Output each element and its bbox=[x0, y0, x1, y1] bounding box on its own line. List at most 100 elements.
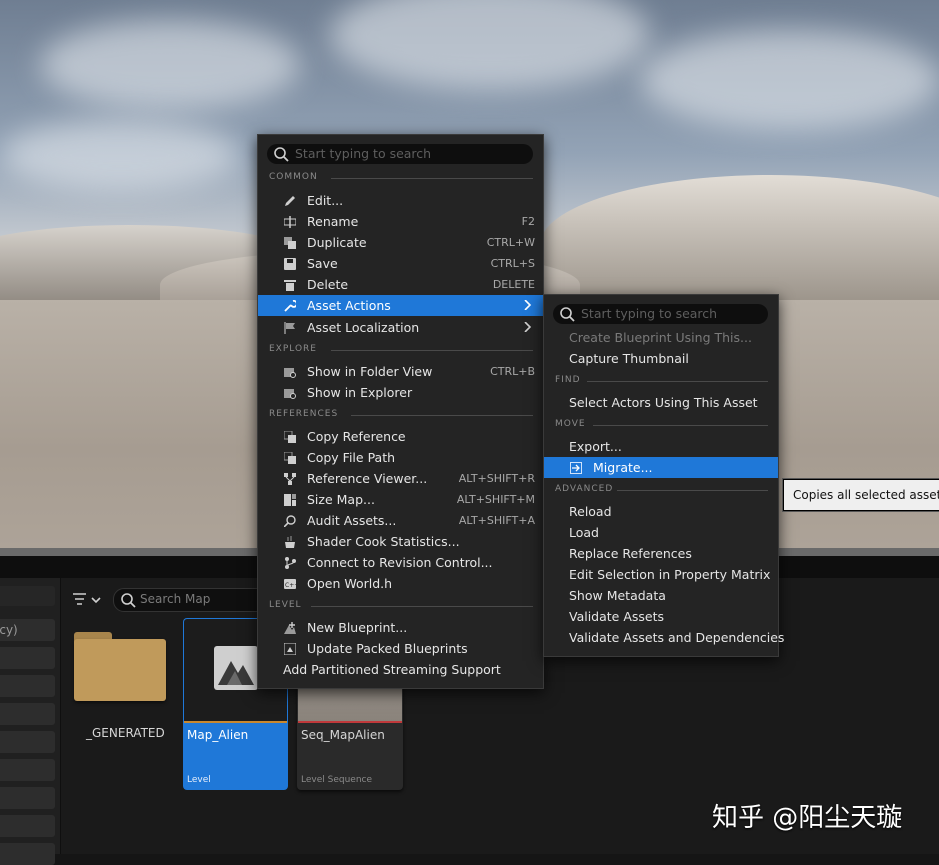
menu-item-update-packed-blueprints[interactable]: Update Packed Blueprints bbox=[258, 638, 543, 659]
menu-item-shortcut: ALT+SHIFT+A bbox=[458, 514, 535, 527]
packed-blueprint-icon bbox=[284, 643, 296, 655]
chevron-right-icon bbox=[524, 300, 532, 310]
cloud bbox=[0, 120, 240, 190]
section-label: COMMON bbox=[269, 172, 318, 182]
menu-item-audit-assets[interactable]: Audit Assets... ALT+SHIFT+A bbox=[258, 510, 543, 531]
tree-row[interactable] bbox=[0, 647, 55, 669]
menu-item-save[interactable]: Save CTRL+S bbox=[258, 253, 543, 274]
section-find: FIND bbox=[555, 375, 768, 385]
menu-search-input[interactable]: Start typing to search bbox=[267, 144, 533, 164]
menu-item-label: Show in Folder View bbox=[307, 364, 433, 379]
asset-tile-folder[interactable]: _GENERATED bbox=[70, 618, 174, 788]
migrate-icon bbox=[570, 462, 582, 474]
section-divider bbox=[331, 350, 533, 351]
menu-item-label: Edit... bbox=[307, 193, 344, 208]
search-icon bbox=[121, 593, 136, 608]
menu-item-label: Connect to Revision Control... bbox=[307, 555, 493, 570]
menu-item-shortcut: CTRL+B bbox=[490, 365, 535, 378]
content-browser-tree: acy) bbox=[0, 578, 61, 865]
save-icon bbox=[284, 258, 296, 270]
menu-item-label: Migrate... bbox=[593, 460, 653, 475]
menu-item-show-in-folder-view[interactable]: Show in Folder View CTRL+B bbox=[258, 361, 543, 382]
menu-item-connect-revision-control[interactable]: Connect to Revision Control... bbox=[258, 552, 543, 573]
asset-name: _GENERATED bbox=[86, 726, 165, 740]
tree-row[interactable] bbox=[0, 787, 55, 809]
submenu-item-replace-references[interactable]: Replace References bbox=[544, 543, 778, 564]
submenu-item-reload[interactable]: Reload bbox=[544, 501, 778, 522]
section-label: LEVEL bbox=[269, 600, 302, 610]
folder-search-icon bbox=[284, 368, 296, 378]
menu-item-label: Delete bbox=[307, 277, 349, 292]
submenu-item-migrate[interactable]: Migrate... bbox=[544, 457, 778, 478]
menu-item-shortcut: ALT+SHIFT+R bbox=[458, 472, 535, 485]
submenu-item-capture-thumbnail[interactable]: Capture Thumbnail bbox=[544, 348, 778, 369]
tree-row[interactable] bbox=[0, 731, 55, 753]
menu-item-shortcut: DELETE bbox=[492, 278, 535, 291]
menu-item-label: Edit Selection in Property Matrix bbox=[569, 567, 771, 582]
submenu-item-select-actors[interactable]: Select Actors Using This Asset bbox=[544, 392, 778, 413]
submenu-item-edit-property-matrix[interactable]: Edit Selection in Property Matrix bbox=[544, 564, 778, 585]
menu-item-copy-file-path[interactable]: Copy File Path bbox=[258, 447, 543, 468]
menu-item-new-blueprint[interactable]: New Blueprint... bbox=[258, 617, 543, 638]
menu-item-show-in-explorer[interactable]: Show in Explorer bbox=[258, 382, 543, 403]
menu-item-label: Asset Actions bbox=[307, 298, 391, 313]
section-label: EXPLORE bbox=[269, 344, 317, 354]
menu-item-size-map[interactable]: Size Map... ALT+SHIFT+M bbox=[258, 489, 543, 510]
asset-context-menu: Start typing to search COMMON Edit... Re… bbox=[257, 134, 544, 689]
menu-item-edit[interactable]: Edit... bbox=[258, 190, 543, 211]
tree-row[interactable] bbox=[0, 843, 55, 865]
menu-item-rename[interactable]: Rename F2 bbox=[258, 211, 543, 232]
tree-row[interactable] bbox=[0, 815, 55, 837]
shader-icon bbox=[285, 536, 295, 548]
tree-row[interactable] bbox=[0, 703, 55, 725]
menu-item-asset-localization[interactable]: Asset Localization bbox=[258, 317, 543, 338]
menu-item-open-world-h[interactable]: C++ Open World.h bbox=[258, 573, 543, 594]
search-placeholder: Search Map bbox=[140, 592, 211, 606]
cpp-file-icon: C++ bbox=[284, 579, 296, 589]
asset-type: Level bbox=[187, 775, 211, 785]
duplicate-icon bbox=[284, 237, 296, 249]
section-divider bbox=[351, 415, 533, 416]
menu-item-label: Reference Viewer... bbox=[307, 471, 428, 486]
menu-item-label: Load bbox=[569, 525, 599, 540]
filter-button[interactable] bbox=[72, 592, 104, 610]
submenu-item-validate-dependencies[interactable]: Validate Assets and Dependencies bbox=[544, 627, 784, 648]
level-icon bbox=[214, 646, 258, 690]
submenu-item-export[interactable]: Export... bbox=[544, 436, 778, 457]
section-advanced: ADVANCED bbox=[555, 484, 768, 494]
size-map-icon bbox=[284, 494, 296, 506]
menu-item-asset-actions[interactable]: Asset Actions bbox=[258, 295, 543, 316]
cloud bbox=[330, 0, 650, 90]
section-label: ADVANCED bbox=[555, 484, 614, 494]
menu-item-reference-viewer[interactable]: Reference Viewer... ALT+SHIFT+R bbox=[258, 468, 543, 489]
tree-row[interactable] bbox=[0, 586, 55, 606]
menu-item-shortcut: ALT+SHIFT+M bbox=[456, 493, 535, 506]
rename-icon bbox=[284, 216, 296, 228]
submenu-item-show-metadata[interactable]: Show Metadata bbox=[544, 585, 778, 606]
menu-item-label: Copy Reference bbox=[307, 429, 406, 444]
menu-item-label: Save bbox=[307, 256, 338, 271]
tree-row[interactable] bbox=[0, 759, 55, 781]
menu-item-add-partitioned-streaming[interactable]: Add Partitioned Streaming Support bbox=[258, 659, 543, 680]
menu-item-label: Capture Thumbnail bbox=[569, 351, 689, 366]
section-divider bbox=[587, 381, 768, 382]
tree-row[interactable]: acy) bbox=[0, 619, 55, 641]
content-browser-search-input[interactable]: Search Map bbox=[113, 588, 275, 612]
menu-item-shortcut: CTRL+W bbox=[486, 236, 535, 249]
submenu-item-validate-assets[interactable]: Validate Assets bbox=[544, 606, 778, 627]
menu-item-shader-cook-statistics[interactable]: Shader Cook Statistics... bbox=[258, 531, 543, 552]
section-label: MOVE bbox=[555, 419, 586, 429]
menu-item-shortcut: F2 bbox=[521, 215, 535, 228]
flag-icon bbox=[284, 322, 295, 334]
menu-item-copy-reference[interactable]: Copy Reference bbox=[258, 426, 543, 447]
submenu-item-load[interactable]: Load bbox=[544, 522, 778, 543]
tree-row[interactable] bbox=[0, 675, 55, 697]
submenu-item-create-blueprint: Create Blueprint Using This... bbox=[544, 327, 778, 348]
reference-viewer-icon bbox=[284, 473, 296, 485]
menu-item-label: Shader Cook Statistics... bbox=[307, 534, 460, 549]
submenu-search-input[interactable]: Start typing to search bbox=[553, 304, 768, 324]
menu-item-delete[interactable]: Delete DELETE bbox=[258, 274, 543, 295]
menu-item-duplicate[interactable]: Duplicate CTRL+W bbox=[258, 232, 543, 253]
menu-item-label: Duplicate bbox=[307, 235, 367, 250]
pencil-icon bbox=[285, 196, 295, 206]
